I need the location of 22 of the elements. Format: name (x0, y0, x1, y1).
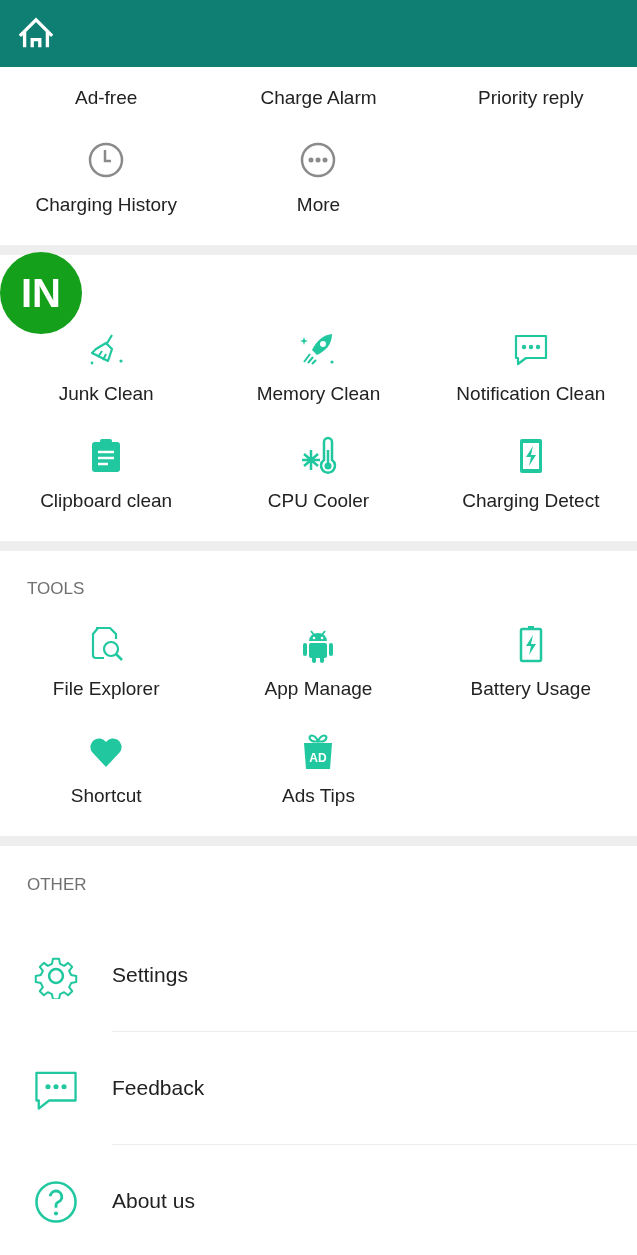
feature-item[interactable]: Priority reply (478, 86, 584, 110)
feature-item[interactable]: More (296, 193, 341, 217)
menu-item[interactable]: Feedback (112, 1074, 205, 1102)
feature-item[interactable]: Battery Usage (470, 677, 591, 701)
feature-item[interactable]: Junk Clean (58, 382, 154, 406)
feature-item[interactable]: Memory Clean (256, 382, 381, 406)
feature-item[interactable]: Ads Tips (282, 784, 355, 808)
section-title: TOOLS (26, 578, 86, 600)
feature-item[interactable]: Charge Alarm (260, 86, 377, 110)
feature-item[interactable]: File Explorer (52, 677, 160, 701)
menu-item[interactable]: Settings (112, 961, 188, 989)
menu-item[interactable]: About us (112, 1187, 195, 1215)
help-icon (33, 1178, 79, 1225)
feature-item[interactable]: Charging History (35, 193, 177, 217)
feature-item[interactable]: App Manage (264, 677, 373, 701)
feature-item[interactable]: Clipboard clean (40, 489, 173, 513)
feature-item[interactable]: Shortcut (70, 784, 142, 808)
section-title: OTHER (26, 874, 88, 896)
feature-item[interactable]: Charging Detect (462, 489, 600, 513)
feature-item[interactable]: CPU Cooler (267, 489, 370, 513)
feature-item[interactable]: Notification Clean (456, 382, 606, 406)
feature-item[interactable]: Ad-free (75, 86, 138, 110)
